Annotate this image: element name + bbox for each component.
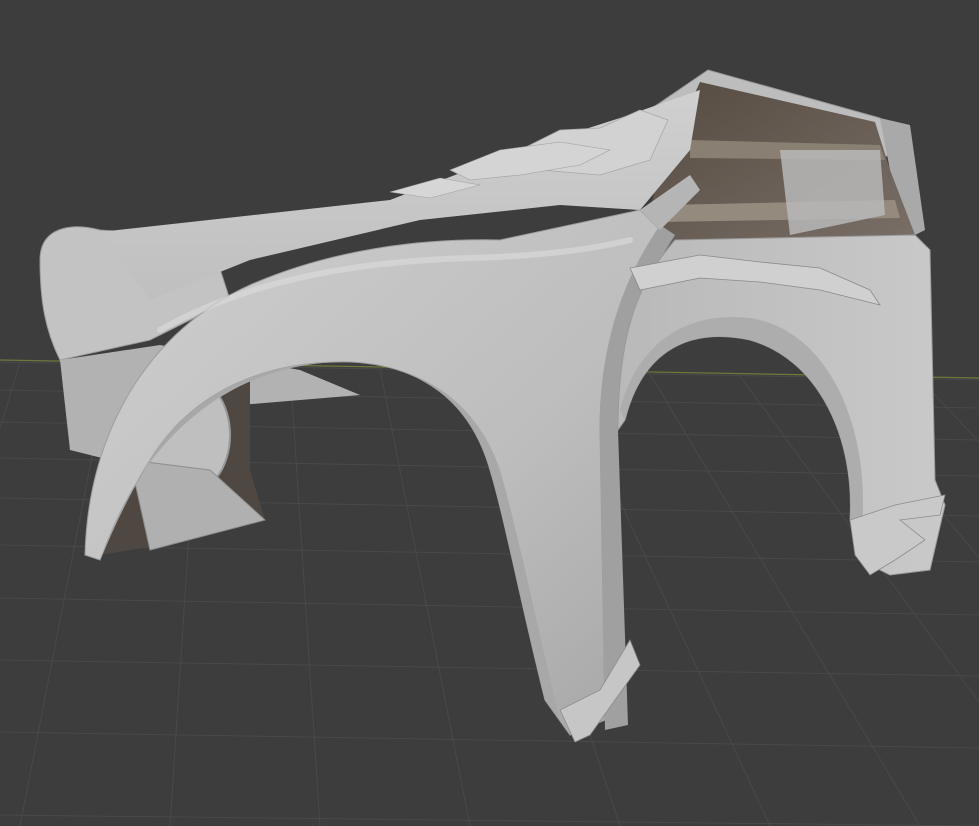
3d-viewport[interactable] xyxy=(0,0,979,826)
viewport-canvas[interactable] xyxy=(0,0,979,826)
